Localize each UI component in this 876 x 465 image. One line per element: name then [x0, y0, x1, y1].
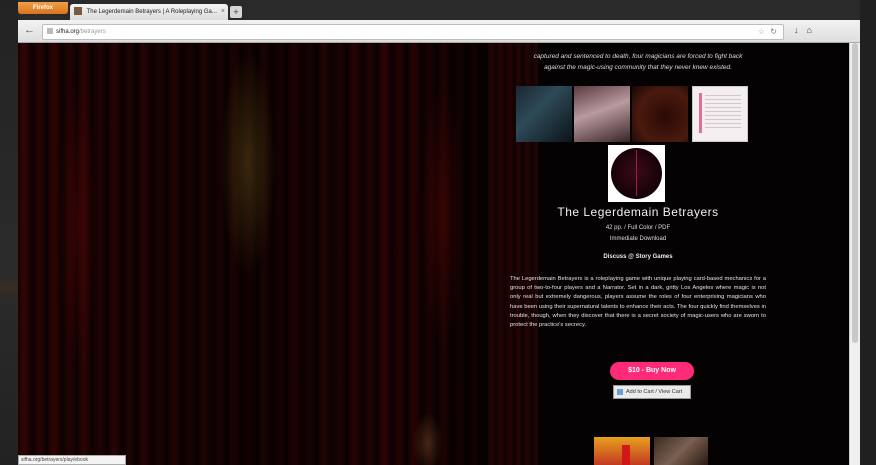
- tab-legerdemain[interactable]: The Legerdemain Betrayers | A Roleplayin…: [70, 4, 228, 20]
- site-identity-icon[interactable]: [47, 28, 53, 35]
- home-icon[interactable]: ⌂: [807, 25, 820, 35]
- tab-title: The Legerdemain Betrayers | A Roleplayin…: [86, 9, 217, 15]
- page-viewport: captured and sentenced to death, four ma…: [18, 43, 860, 465]
- cart-icon: [617, 388, 623, 395]
- status-url: sifha.org/betrayers/play/ebook: [21, 457, 88, 463]
- close-icon[interactable]: ×: [221, 4, 225, 20]
- new-tab-button[interactable]: +: [230, 6, 242, 18]
- scrollbar-thumb[interactable]: [852, 43, 858, 343]
- preview-thumbnail-3[interactable]: [632, 86, 688, 142]
- cover-art: [611, 148, 662, 199]
- product-column: captured and sentenced to death, four ma…: [488, 43, 788, 465]
- url-path: /betrayers: [79, 29, 106, 35]
- related-product-2[interactable]: [654, 437, 708, 465]
- favicon-icon: [74, 7, 82, 16]
- url-bar[interactable]: sifha.org/betrayers ☆ ↻: [42, 24, 784, 40]
- bookmark-star-icon[interactable]: ☆: [758, 25, 765, 39]
- reload-icon[interactable]: ↻: [770, 25, 777, 39]
- buy-now-button[interactable]: $10 - Buy Now: [610, 362, 694, 380]
- preview-thumbnail-4[interactable]: [692, 86, 748, 142]
- desktop-right-edge: [860, 0, 876, 465]
- related-product-1[interactable]: [594, 437, 650, 465]
- game-title: The Legerdemain Betrayers: [557, 205, 719, 219]
- page-stripe: [699, 93, 702, 133]
- game-cover-image[interactable]: [608, 145, 665, 202]
- page-text-lines: [705, 95, 741, 131]
- firefox-menu-button[interactable]: Firefox: [18, 2, 68, 14]
- downloads-icon[interactable]: ↓: [794, 25, 807, 35]
- plus-icon: +: [233, 7, 239, 17]
- status-bar: sifha.org/betrayers/play/ebook: [18, 455, 126, 465]
- page-scrollbar[interactable]: [849, 43, 860, 465]
- intro-line-2: against the magic-using community that t…: [544, 64, 732, 71]
- url-host: sifha.org: [56, 29, 80, 35]
- product-format: 42 pp. / Full Color / PDF: [605, 225, 671, 231]
- download-note: Immediate Download: [609, 236, 667, 242]
- desktop-left-edge: [0, 0, 18, 465]
- intro-text: captured and sentenced to death, four ma…: [488, 51, 788, 73]
- browser-window: Firefox The Legerdemain Betrayers | A Ro…: [18, 0, 860, 465]
- add-to-cart-button[interactable]: Add to Cart / View Cart: [613, 385, 691, 399]
- game-description: The Legerdemain Betrayers is a roleplayi…: [510, 276, 766, 329]
- toolbar-icons: ↓⌂: [794, 25, 820, 35]
- curtain-shade: [18, 43, 488, 465]
- preview-thumbnails: [516, 86, 756, 142]
- cart-label: Add to Cart / View Cart: [626, 389, 683, 395]
- intro-line-1: captured and sentenced to death, four ma…: [533, 53, 743, 60]
- preview-thumbnail-1[interactable]: [516, 86, 572, 142]
- tab-bar: Firefox The Legerdemain Betrayers | A Ro…: [18, 0, 860, 20]
- firefox-menu-label: Firefox: [32, 5, 53, 11]
- preview-thumbnail-2[interactable]: [574, 86, 630, 142]
- related-products: [594, 437, 714, 465]
- navigation-bar: ← sifha.org/betrayers ☆ ↻ ↓⌂: [18, 20, 860, 43]
- back-arrow-icon[interactable]: ←: [24, 24, 35, 36]
- discussion-link[interactable]: Discuss @ Story Games: [488, 254, 788, 260]
